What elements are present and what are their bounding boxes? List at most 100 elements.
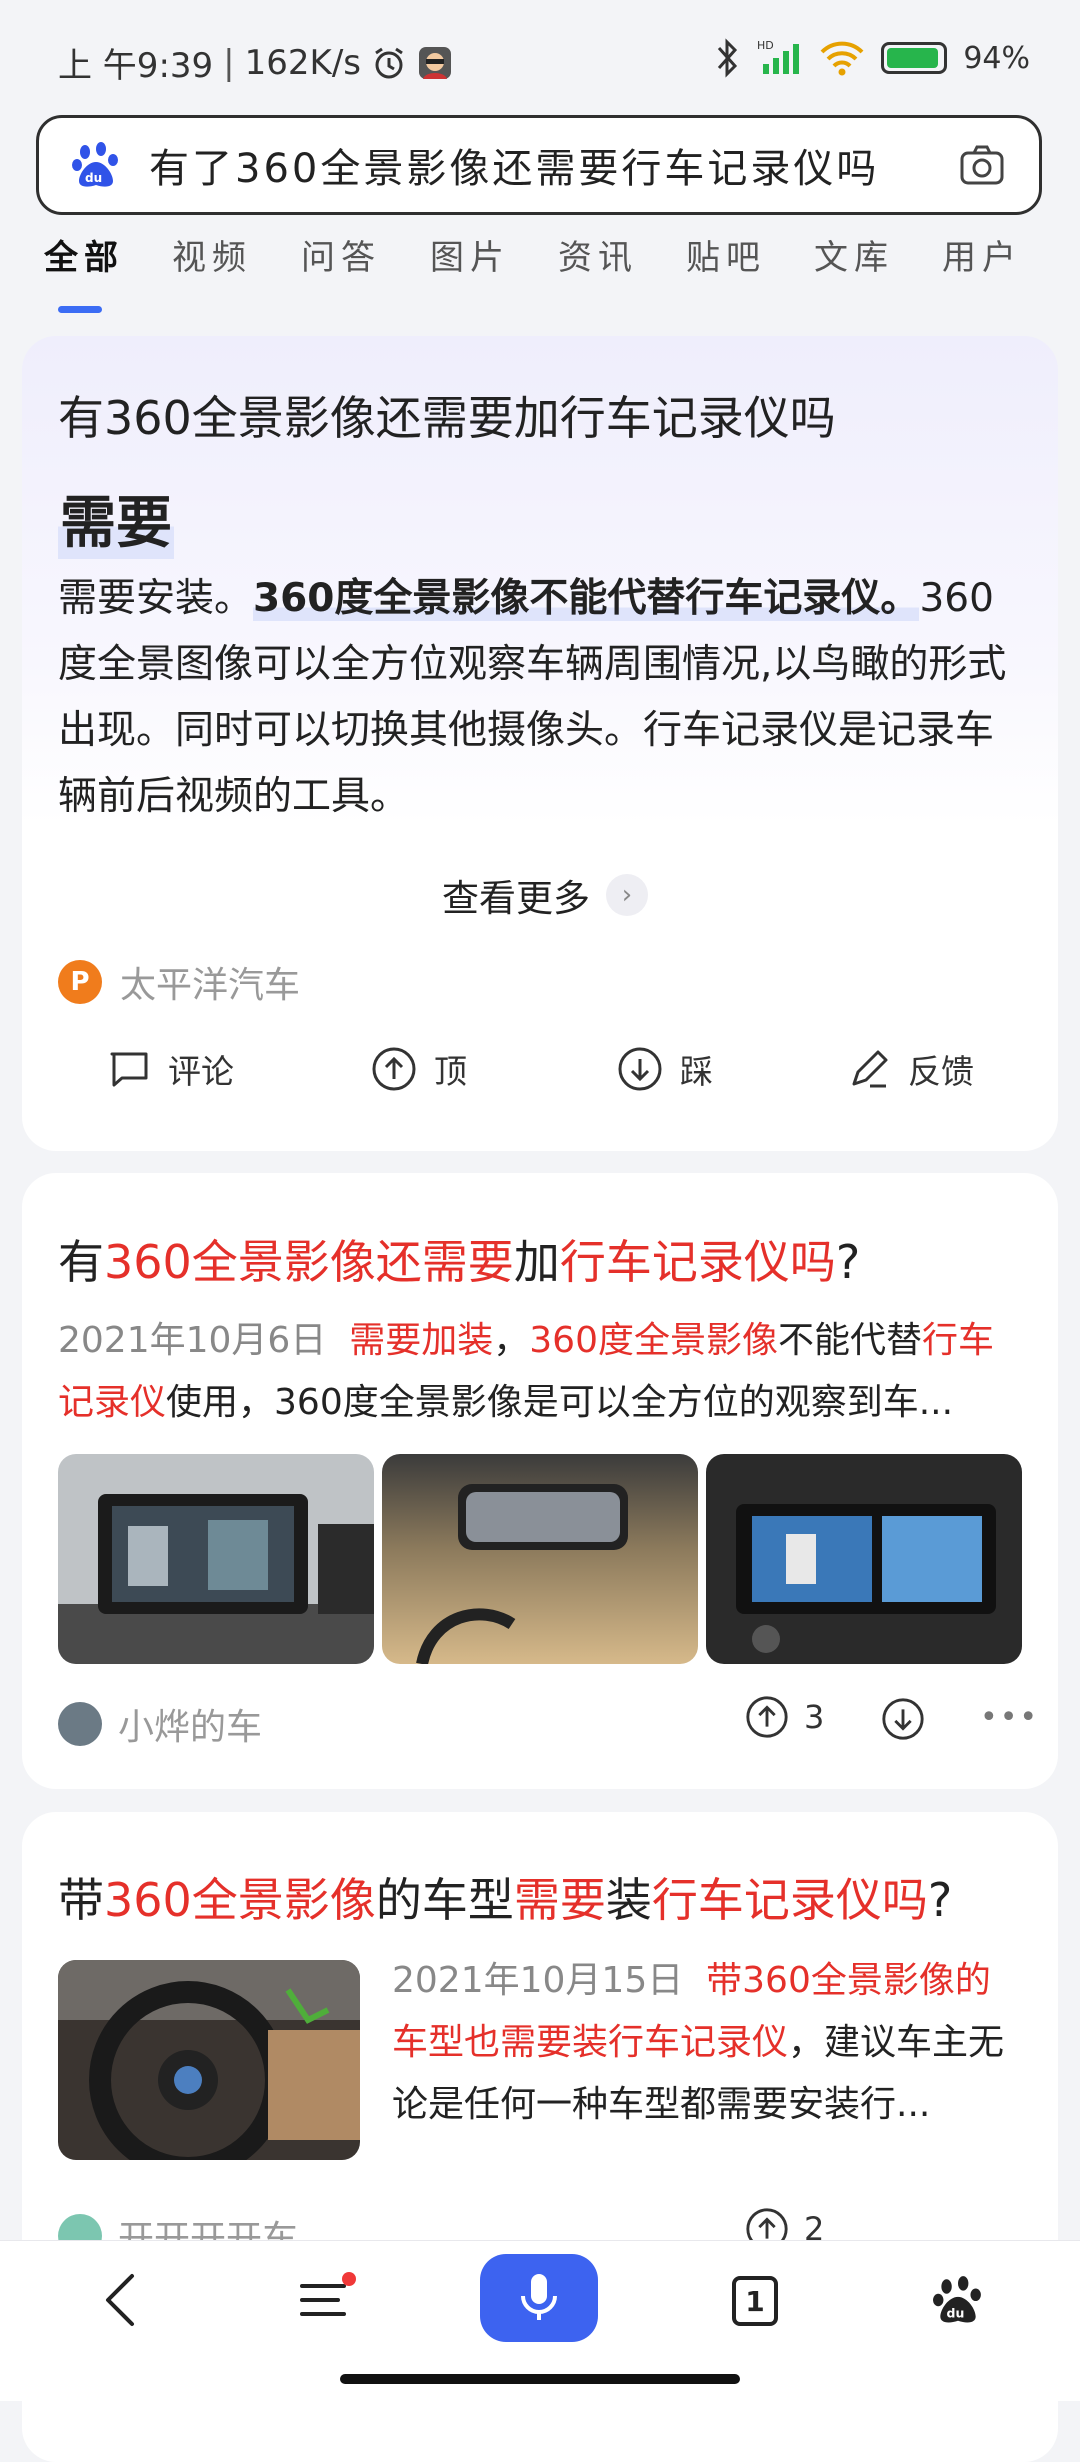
ai-short-answer: 需要 [58,478,174,559]
wifi-icon [820,41,864,76]
back-arrow-icon[interactable] [96,2270,146,2330]
see-more-label: 查看更多 [442,877,590,920]
svg-text:du: du [85,171,102,185]
comment-label: 评论 [168,1052,234,1091]
ai-source-name: 太平洋汽车 [120,965,301,1006]
tab-users[interactable]: 用户 [942,230,1022,279]
steering-wheel-image [58,1960,360,2160]
bluetooth-icon [718,38,738,78]
chevron-right-icon: › [606,874,648,916]
battery-level-fill [887,48,938,68]
upvote-count: 3 [804,1698,825,1736]
status-time: 上 午9:39 [58,46,214,86]
ai-body-highlight: 360度全景影像不能代替行车记录仪。 [253,576,920,621]
title-keyword: 360全景影像 [104,1873,376,1927]
tab-video[interactable]: 视频 [172,230,252,279]
feedback-button[interactable]: 反馈 [846,1045,974,1093]
baidu-home-icon[interactable]: du [932,2274,984,2326]
result-snippet: 2021年10月6日 需要加装，360度全景影像不能代替行车记录仪使用，360度… [58,1310,1028,1434]
author-name: 小烨的车 [118,1707,263,1748]
title-text: 装 [605,1873,652,1927]
title-keyword: 需要 [513,1873,606,1927]
ai-answer-body: 需要安装。360度全景影像不能代替行车记录仪。360度全景图像可以全方位观察车辆… [58,566,1024,830]
result-thumbnail[interactable] [706,1454,1022,1664]
snippet-keyword: 360度全景影像 [529,1320,778,1361]
result-date: 2021年10月15日 [392,1960,684,2001]
title-text: ? [835,1235,861,1289]
title-text: 带 [58,1873,104,1927]
microphone-icon [521,2274,557,2320]
title-text: 的车型 [375,1873,514,1927]
search-box[interactable]: du 有了360全景影像还需要行车记录仪吗 [36,115,1042,215]
title-keyword: 行车记录仪吗 [559,1235,836,1289]
arrow-up-circle-icon [372,1047,416,1091]
home-indicator[interactable] [340,2374,740,2384]
title-keyword: 行车记录仪吗 [651,1873,928,1927]
car-display-image [58,1454,374,1664]
camera-search-icon[interactable] [957,140,1007,190]
comment-button[interactable]: 评论 [106,1045,234,1093]
tab-all[interactable]: 全部 [44,230,124,279]
menu-button[interactable] [296,2272,356,2328]
active-tab-indicator [58,306,102,313]
ai-question[interactable]: 有360全景影像还需要加行车记录仪吗 [58,382,836,448]
ai-actions: 评论 顶 踩 反馈 [22,1045,1058,1105]
result-thumbnail[interactable] [382,1454,698,1664]
title-keyword: 360全景影像还需要 [104,1235,514,1289]
battery-icon [881,42,948,74]
result-title[interactable]: 带360全景影像的车型需要装行车记录仪吗? [58,1864,952,1930]
network-speed: 162K/s [244,42,362,83]
search-tabs: 全部 视频 问答 图片 资讯 贴吧 文库 用户 [0,230,1080,310]
result-author[interactable]: 小烨的车 [58,1698,262,1750]
tabs-count: 1 [745,2284,765,2318]
tab-wenku[interactable]: 文库 [814,230,894,279]
notification-dot [342,2272,356,2286]
dashboard-screen-image [706,1454,1022,1664]
snippet-text: ， [493,1320,530,1361]
result-thumbnail[interactable] [58,1960,360,2160]
app-notification-icon [419,46,452,79]
title-text: ? [927,1873,953,1927]
tab-news[interactable]: 资讯 [558,230,638,279]
downvote-label: 踩 [680,1052,713,1091]
avatar [58,1702,102,1746]
status-left: 上 午9:39 | 162K/s [58,38,453,87]
arrow-up-circle-icon [746,1696,788,1738]
upvote-label: 顶 [434,1052,467,1091]
ai-source[interactable]: P 太平洋汽车 [58,956,300,1008]
upvote-button[interactable]: 顶 [370,1045,467,1093]
tabs-count-button[interactable]: 1 [732,2276,778,2326]
pencil-icon [852,1050,888,1088]
result-date: 2021年10月6日 [58,1320,327,1361]
upvote-button[interactable]: 3 [744,1694,824,1740]
status-divider: | [223,42,235,83]
alarm-icon [375,47,403,78]
svg-text:HD: HD [757,39,774,52]
feedback-label: 反馈 [908,1052,974,1091]
voice-search-button[interactable] [480,2254,598,2342]
arrow-down-circle-icon [618,1047,662,1091]
downvote-button[interactable]: 踩 [616,1045,713,1093]
rearview-mirror-image [382,1454,698,1664]
result-title[interactable]: 有360全景影像还需要加行车记录仪吗? [58,1226,860,1292]
signal-icon: HD [757,39,800,74]
battery-percent: 94% [963,40,1030,76]
comment-icon [110,1052,148,1087]
more-options-icon[interactable]: ••• [980,1700,1039,1735]
snippet-keyword: 需要加装 [349,1320,494,1361]
status-right: HD 94% [715,38,1030,78]
result-snippet: 2021年10月15日 带360全景影像的车型也需要装行车记录仪，建议车主无论是… [392,1950,1024,2136]
arrow-down-circle-icon[interactable] [880,1696,926,1742]
see-more-button[interactable]: 查看更多 › [442,868,648,922]
ai-body-text: 需要安装。 [58,576,254,621]
search-input[interactable]: 有了360全景影像还需要行车记录仪吗 [149,136,957,194]
result-thumbnail[interactable] [58,1454,374,1664]
baidu-paw-icon[interactable]: du [71,140,121,190]
tab-images[interactable]: 图片 [430,230,510,279]
title-text: 加 [513,1235,560,1289]
tab-qa[interactable]: 问答 [301,230,381,279]
snippet-text: 使用，360度全景影像是可以全方位的观察到车... [166,1382,954,1423]
snippet-text: 不能代替 [777,1320,922,1361]
tab-tieba[interactable]: 贴吧 [686,230,766,279]
title-text: 有 [58,1235,104,1289]
